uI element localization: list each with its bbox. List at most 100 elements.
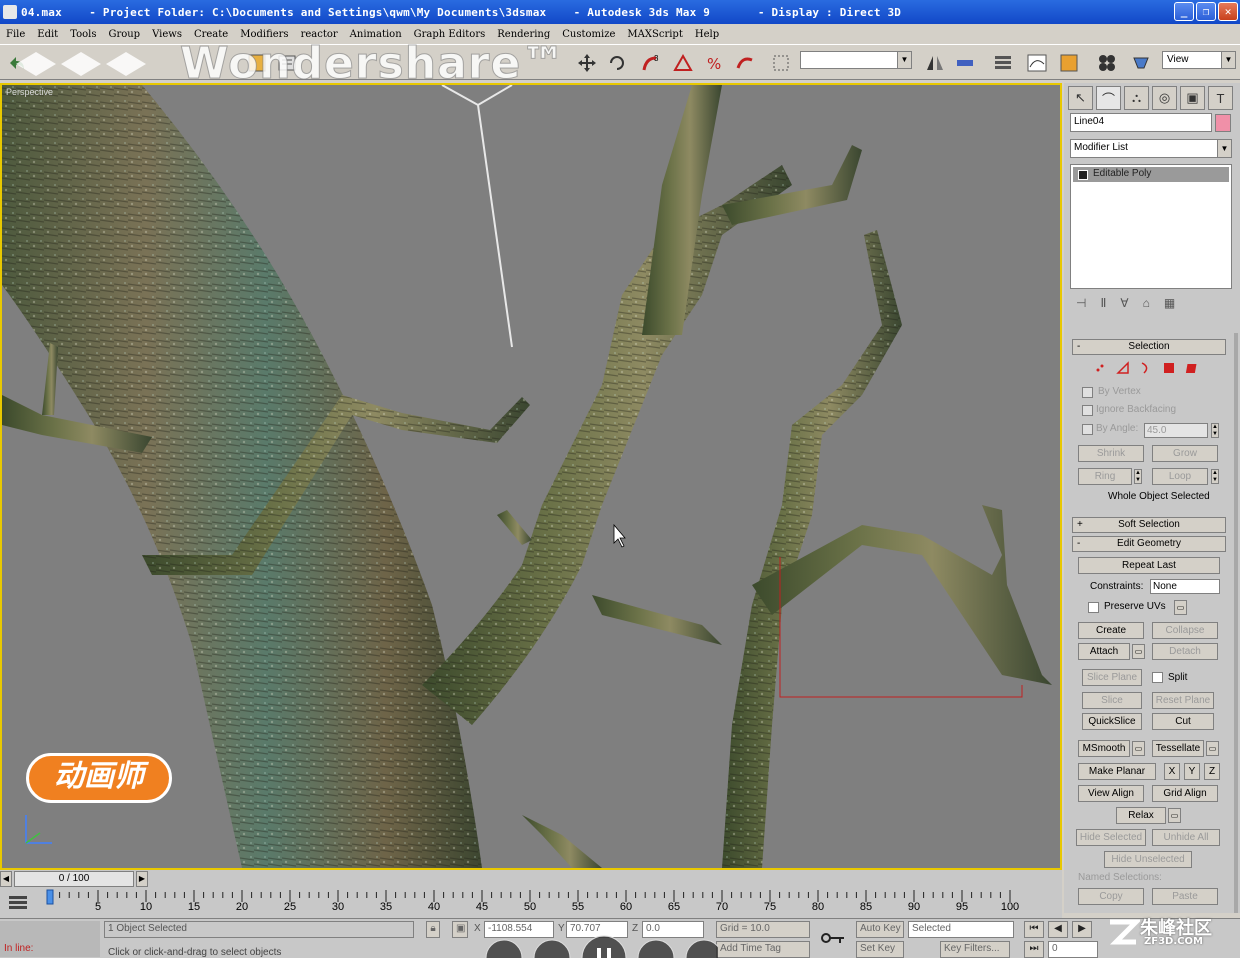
slice-plane-button[interactable]: Slice Plane (1082, 669, 1142, 686)
next-icon[interactable] (637, 939, 675, 958)
loop-spinner[interactable]: ▲ ▼ (1211, 469, 1219, 484)
modifier-list-dropdown[interactable]: Modifier List ▼ (1070, 139, 1232, 158)
collapse-button[interactable]: Collapse (1152, 622, 1218, 639)
pin-stack-icon[interactable]: ⊣ (1076, 296, 1086, 310)
time-slider-thumb[interactable]: 0 / 100 (14, 871, 134, 887)
angle-value-field[interactable]: 45.0 (1144, 423, 1208, 438)
msmooth-button[interactable]: MSmooth (1078, 740, 1130, 757)
planar-y-button[interactable]: Y (1184, 763, 1200, 780)
minimize-button[interactable]: _ (1174, 2, 1194, 21)
fast-forward-icon[interactable] (685, 939, 718, 958)
angle-spinner[interactable]: ▲ ▼ (1211, 423, 1219, 438)
layer-manager-icon[interactable] (992, 52, 1014, 74)
reset-plane-button[interactable]: Reset Plane (1152, 692, 1214, 709)
object-color-swatch[interactable] (1215, 114, 1231, 132)
track-bar[interactable]: 5 10 15 20 25 30 35 40 45 50 55 60 65 70 75 80 85 90 95 100 (0, 888, 1062, 918)
loop-button[interactable]: Loop (1152, 468, 1208, 485)
hierarchy-tab-icon[interactable]: ⛬ (1124, 86, 1149, 110)
stack-item-editable-poly[interactable]: Editable Poly (1073, 167, 1229, 182)
msmooth-settings-icon[interactable]: ▭ (1132, 741, 1145, 756)
show-end-result-icon[interactable]: Ⅱ (1100, 296, 1106, 310)
hide-selected-button[interactable]: Hide Selected (1076, 829, 1146, 846)
preserve-uvs-checkbox[interactable] (1088, 602, 1099, 613)
tessellate-button[interactable]: Tessellate (1152, 740, 1204, 757)
add-time-tag-button[interactable]: Add Time Tag (716, 941, 810, 958)
menu-group[interactable]: Group (102, 29, 146, 40)
utilities-tab-icon[interactable]: T (1208, 86, 1233, 110)
menu-edit[interactable]: Edit (31, 29, 64, 40)
attach-list-icon[interactable]: ▭ (1132, 644, 1145, 659)
lock-selection-icon[interactable]: 🔒︎ (426, 921, 440, 938)
grow-button[interactable]: Grow (1152, 445, 1218, 462)
detach-button[interactable]: Detach (1152, 643, 1218, 660)
snap-3d-icon[interactable]: 3 (640, 52, 662, 74)
relax-button[interactable]: Relax (1116, 807, 1166, 824)
ring-spinner[interactable]: ▲ ▼ (1134, 469, 1142, 484)
motion-tab-icon[interactable]: ◎ (1152, 86, 1177, 110)
hide-unselected-button[interactable]: Hide Unselected (1104, 851, 1192, 868)
copy-button[interactable]: Copy (1078, 888, 1144, 905)
render-type-dropdown[interactable]: View ▼ (1162, 51, 1236, 69)
remove-modifier-icon[interactable]: ⌂ (1143, 296, 1150, 310)
quickslice-button[interactable]: QuickSlice (1082, 713, 1142, 730)
make-unique-icon[interactable]: ∀ (1120, 296, 1128, 310)
rewind-icon[interactable] (485, 939, 523, 958)
transform-mode-icon[interactable]: ▣ (452, 921, 468, 938)
set-key-icon[interactable] (820, 931, 846, 945)
attach-button[interactable]: Attach (1078, 643, 1130, 660)
viewport-label[interactable]: Perspective (6, 87, 53, 97)
display-tab-icon[interactable]: ▣ (1180, 86, 1205, 110)
selection-rollout-header[interactable]: - Selection (1072, 339, 1226, 355)
by-vertex-checkbox[interactable] (1082, 387, 1093, 398)
edit-named-selection-icon[interactable] (770, 52, 792, 74)
create-tab-icon[interactable]: ↖ (1068, 86, 1093, 110)
key-filters-button[interactable]: Key Filters... (940, 941, 1010, 958)
align-icon[interactable] (954, 52, 976, 74)
next-frame-icon[interactable]: ▶ (136, 871, 148, 887)
shrink-button[interactable]: Shrink (1078, 445, 1144, 462)
paste-button[interactable]: Paste (1152, 888, 1218, 905)
soft-selection-rollout-header[interactable]: + Soft Selection (1072, 517, 1226, 533)
by-angle-checkbox[interactable] (1082, 424, 1093, 435)
configure-modifier-sets-icon[interactable]: ▦ (1164, 296, 1175, 310)
percent-snap-icon[interactable]: % (704, 52, 726, 74)
ignore-backfacing-checkbox[interactable] (1082, 405, 1093, 416)
unhide-all-button[interactable]: Unhide All (1152, 829, 1220, 846)
object-name-field[interactable]: Line04 (1070, 113, 1212, 132)
panel-scrollbar[interactable] (1234, 333, 1238, 913)
menu-help[interactable]: Help (689, 29, 725, 40)
perspective-viewport[interactable]: Perspective 动画师 (0, 83, 1062, 870)
modify-tab-icon[interactable]: ⌒ (1096, 86, 1121, 110)
previous-key-icon[interactable]: ◀ (1048, 921, 1068, 938)
time-slider[interactable]: ◀ 0 / 100 ▶ (0, 870, 1062, 888)
repeat-last-button[interactable]: Repeat Last (1078, 557, 1220, 574)
mini-curve-editor-icon[interactable] (8, 894, 28, 910)
go-to-start-icon[interactable]: ⏮ (1024, 921, 1044, 938)
curve-editor-icon[interactable] (1026, 52, 1048, 74)
relax-settings-icon[interactable]: ▭ (1168, 808, 1181, 823)
ring-button[interactable]: Ring (1078, 468, 1132, 485)
maximize-button[interactable]: ❐ (1196, 2, 1216, 21)
planar-x-button[interactable]: X (1164, 763, 1180, 780)
slice-button[interactable]: Slice (1082, 692, 1142, 709)
view-align-button[interactable]: View Align (1078, 785, 1144, 802)
material-editor-icon[interactable] (1096, 52, 1118, 74)
pause-icon[interactable] (581, 935, 627, 958)
create-button[interactable]: Create (1078, 622, 1144, 639)
set-key-button[interactable]: Set Key (856, 941, 904, 958)
edit-geometry-rollout-header[interactable]: - Edit Geometry (1072, 536, 1226, 552)
key-mode-dropdown[interactable]: Selected (908, 921, 1014, 938)
previous-icon[interactable] (533, 939, 571, 958)
current-frame-field[interactable]: 0 (1048, 941, 1098, 958)
current-frame-marker[interactable] (46, 889, 54, 905)
key-mode-toggle-icon[interactable]: ⏭ (1024, 941, 1044, 958)
cut-button[interactable]: Cut (1152, 713, 1214, 730)
named-selection-dropdown[interactable]: ▼ (800, 51, 912, 69)
close-button[interactable]: ✕ (1218, 2, 1238, 21)
preserve-uvs-settings-icon[interactable]: ▭ (1174, 600, 1187, 615)
angle-snap-icon[interactable] (672, 52, 694, 74)
split-checkbox[interactable] (1152, 672, 1163, 683)
grid-align-button[interactable]: Grid Align (1152, 785, 1218, 802)
mirror-icon[interactable] (924, 52, 946, 74)
make-planar-button[interactable]: Make Planar (1078, 763, 1156, 780)
